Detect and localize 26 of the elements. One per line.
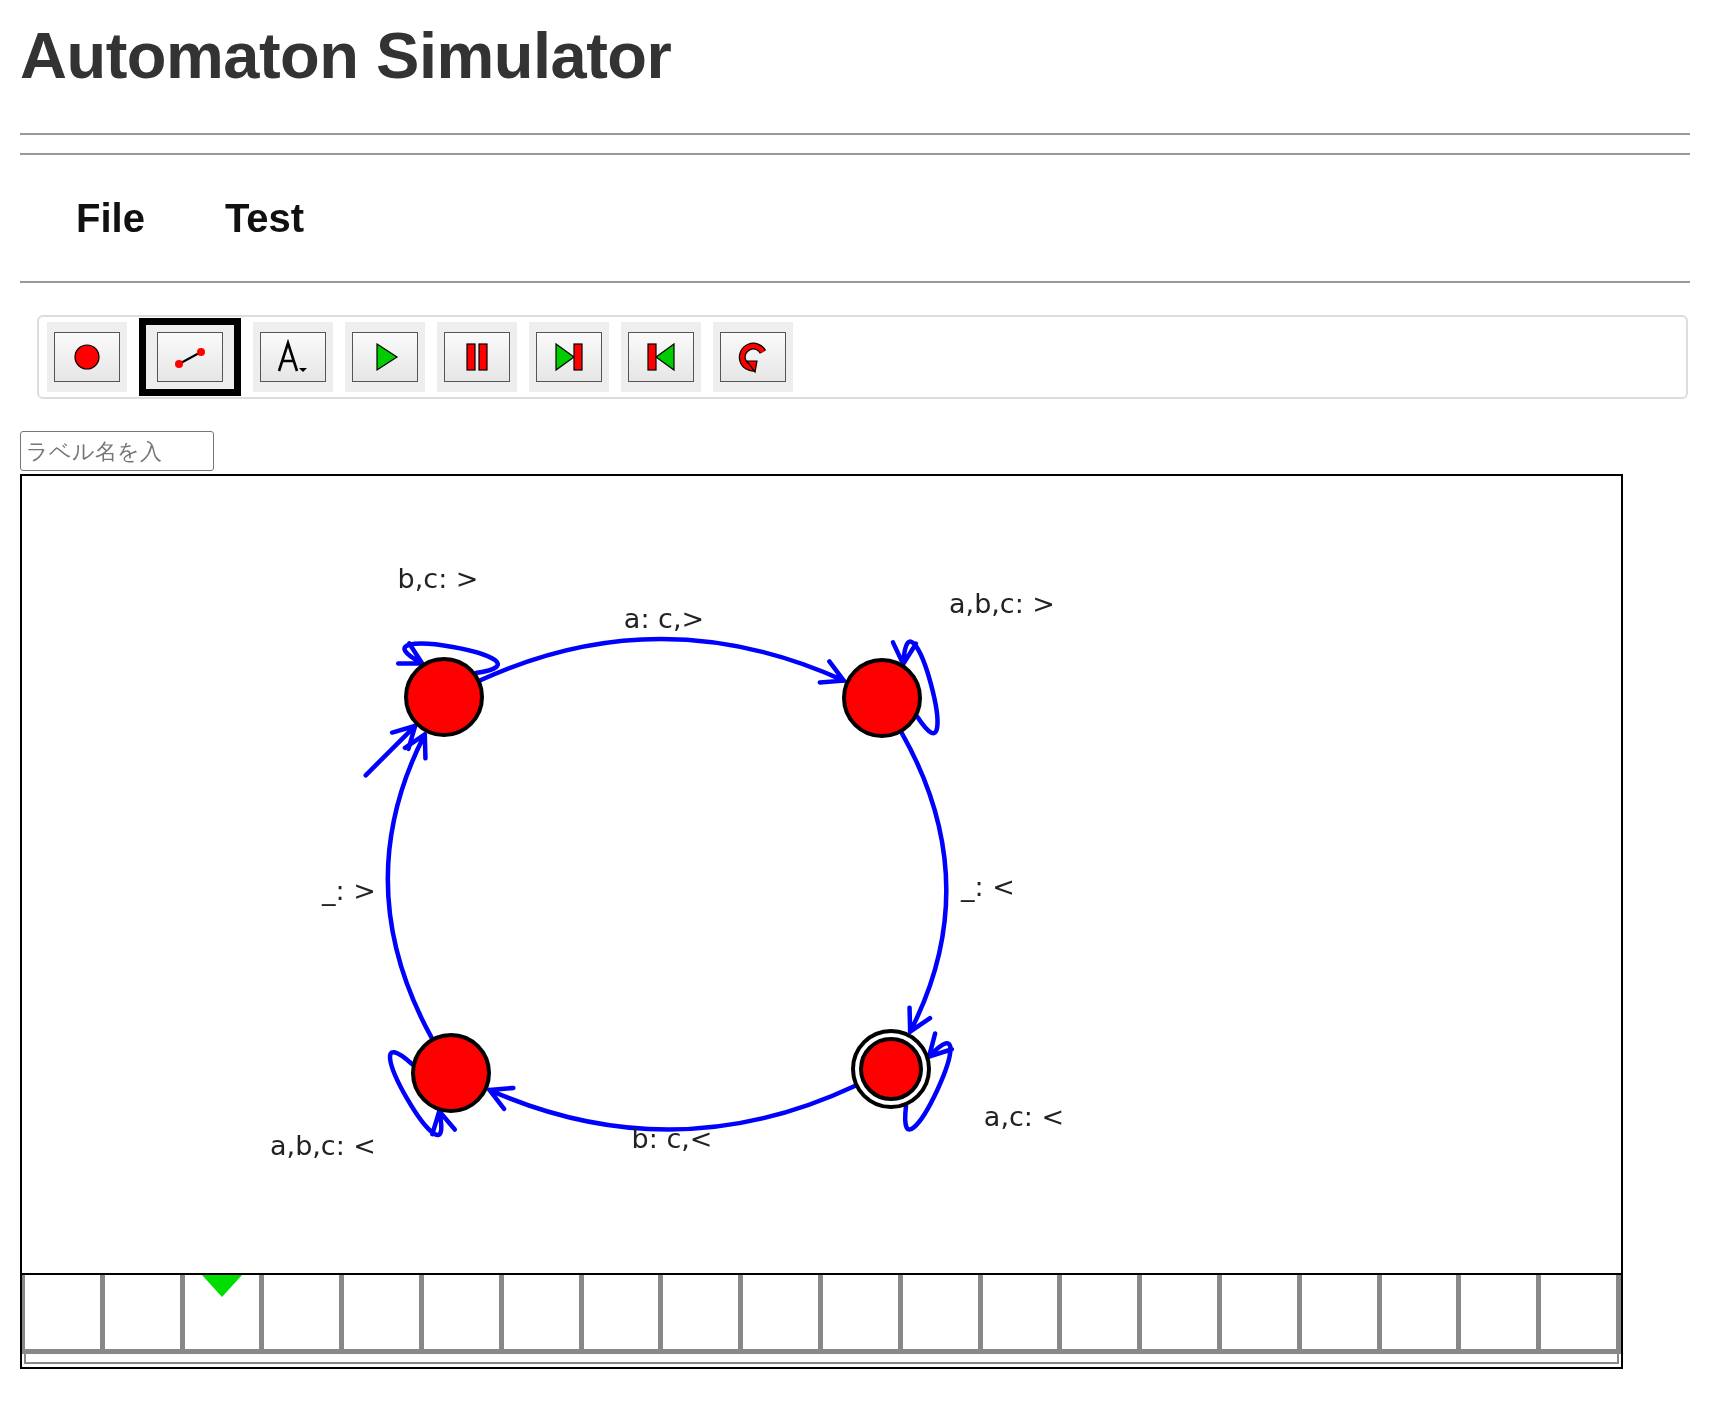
reset-tool-button[interactable] xyxy=(713,322,793,392)
transition-label: a: c,> xyxy=(623,603,705,634)
label-tool-button[interactable] xyxy=(253,322,333,392)
transition-label: _: < xyxy=(961,871,1015,902)
state-node[interactable] xyxy=(404,657,484,737)
step-back-tool-button[interactable] xyxy=(621,322,701,392)
transition-label: a,b,c: > xyxy=(949,588,1055,619)
transition-label: b: c,< xyxy=(631,1123,713,1154)
transition-tool-button[interactable] xyxy=(139,318,241,396)
menu-item[interactable]: Test xyxy=(204,195,325,241)
transition-label: _: > xyxy=(322,875,376,906)
start-arrow xyxy=(363,722,419,778)
step-forward-tool-button[interactable] xyxy=(529,322,609,392)
menu-item[interactable]: File xyxy=(56,195,165,241)
label-input-field[interactable]: ラベル名を入 xyxy=(20,431,214,471)
tape-head-marker xyxy=(202,1275,242,1297)
play-tool-button[interactable] xyxy=(345,322,425,392)
state-tool-button[interactable] xyxy=(47,322,127,392)
accepting-state-node[interactable] xyxy=(851,1029,931,1109)
page-title: Automaton Simulator xyxy=(20,18,673,94)
transition-label: a,b,c: < xyxy=(270,1130,376,1161)
transition-label: a,c: < xyxy=(983,1101,1065,1132)
pause-tool-button[interactable] xyxy=(437,322,517,392)
state-node[interactable] xyxy=(842,658,922,738)
transition-label: b,c: > xyxy=(397,563,479,594)
state-node[interactable] xyxy=(411,1033,491,1113)
